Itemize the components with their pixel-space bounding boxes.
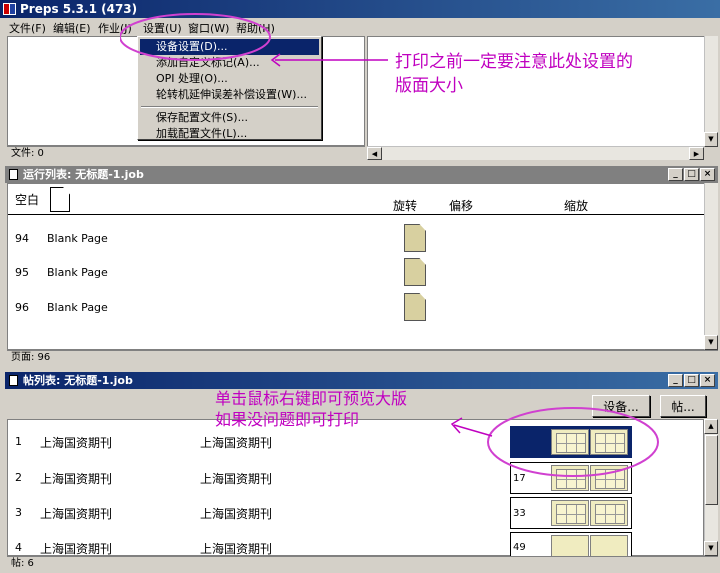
sig-list-minimize-button[interactable]: _ <box>668 374 683 387</box>
annotation-text-top: 打印之前一定要注意此处设置的 版面大小 <box>395 50 715 98</box>
signature-count-label: 帖: 6 <box>11 558 34 569</box>
sig-list-titlebar: 帖列表: 无标题-1.job <box>5 372 718 389</box>
file-list-status: 文件: 0 <box>7 146 365 160</box>
page-icon[interactable] <box>404 293 426 321</box>
scroll-up-button[interactable]: ▲ <box>704 419 718 434</box>
sig-row-name-2[interactable]: 上海国资期刊 <box>200 540 272 557</box>
sig-row-name-2[interactable]: 上海国资期刊 <box>200 505 272 522</box>
annotation-text-bottom: 单击鼠标右键即可预览大版 如果没问题即可打印 <box>215 388 475 430</box>
signature-thumbnail-icon[interactable] <box>590 500 628 526</box>
sig-list-close-button[interactable]: × <box>700 374 715 387</box>
sig-page-number: 33 <box>513 508 526 519</box>
page-icon[interactable] <box>404 258 426 286</box>
sig-list-window-icon <box>9 375 18 386</box>
blank-column-header[interactable]: 空白 <box>15 191 39 208</box>
menu-item-load-config[interactable]: 加载配置文件(L)... <box>140 126 319 142</box>
signature-thumbnail-icon[interactable] <box>590 535 628 556</box>
scroll-down-button[interactable]: ▼ <box>704 132 718 147</box>
page-count-label: 页面: 96 <box>11 352 51 363</box>
run-row-name[interactable]: Blank Page <box>47 232 108 245</box>
run-list-header-divider <box>8 214 704 215</box>
annotation-ellipse-bottom <box>450 407 659 477</box>
menu-edit[interactable]: 编辑(E) <box>53 20 91 36</box>
rotate-column-header[interactable]: 旋转 <box>393 197 417 214</box>
run-row-number: 96 <box>15 301 29 314</box>
run-list-vscroll[interactable]: ▼ <box>704 183 718 350</box>
run-list-titlebar: 运行列表: 无标题-1.job <box>5 166 718 183</box>
annotation-bottom-line2: 如果没问题即可打印 <box>215 410 360 429</box>
menu-item-save-config[interactable]: 保存配置文件(S)... <box>140 110 319 126</box>
sig-row-name[interactable]: 上海国资期刊 <box>40 540 112 557</box>
sig-row-name-2[interactable]: 上海国资期刊 <box>200 470 272 487</box>
menu-file[interactable]: 文件(F) <box>9 20 46 36</box>
signature-thumbnail-icon[interactable] <box>551 535 589 556</box>
page-icon[interactable] <box>404 224 426 252</box>
run-list-pane[interactable] <box>7 183 718 350</box>
sig-list-status: 帖: 6 <box>7 556 718 570</box>
sig-list-vscroll[interactable]: ▲ ▼ <box>704 419 718 556</box>
annotation-top-line2: 版面大小 <box>395 76 463 96</box>
offset-column-header[interactable]: 偏移 <box>449 197 473 214</box>
sig-row-number: 2 <box>15 471 22 484</box>
run-list-maximize-button[interactable]: □ <box>684 168 699 181</box>
files-count-label: 文件: 0 <box>11 148 44 159</box>
sig-row-name-2[interactable]: 上海国资期刊 <box>200 434 272 451</box>
sig-page-number: 49 <box>513 542 526 553</box>
run-list-minimize-button[interactable]: _ <box>668 168 683 181</box>
run-row-name[interactable]: Blank Page <box>47 301 108 314</box>
sig-row-name[interactable]: 上海国资期刊 <box>40 434 112 451</box>
menu-separator <box>141 106 318 108</box>
scroll-right-button[interactable]: ▶ <box>689 147 704 160</box>
preps-app-icon <box>3 3 16 15</box>
run-list-title: 运行列表: 无标题-1.job <box>23 168 144 181</box>
scale-column-header[interactable]: 缩放 <box>564 197 588 214</box>
run-row-number: 95 <box>15 266 29 279</box>
sig-list-title: 帖列表: 无标题-1.job <box>23 374 133 387</box>
preview-hscroll[interactable]: ◀ ▶ <box>367 146 704 160</box>
sig-row-number: 1 <box>15 435 22 448</box>
scroll-left-button[interactable]: ◀ <box>367 147 382 160</box>
signature-thumbnail-icon[interactable] <box>551 500 589 526</box>
run-row-name[interactable]: Blank Page <box>47 266 108 279</box>
run-list-status: 页面: 96 <box>7 350 718 364</box>
annotation-top-line1: 打印之前一定要注意此处设置的 <box>395 52 633 72</box>
run-list-window-icon <box>9 169 18 180</box>
sig-list-maximize-button[interactable]: □ <box>684 374 699 387</box>
annotation-bottom-line1: 单击鼠标右键即可预览大版 <box>215 389 408 408</box>
scroll-thumb[interactable] <box>705 435 718 505</box>
sig-row-number: 3 <box>15 506 22 519</box>
scroll-down-button[interactable]: ▼ <box>704 541 718 556</box>
sig-row-name[interactable]: 上海国资期刊 <box>40 505 112 522</box>
run-row-number: 94 <box>15 232 29 245</box>
sig-row-name[interactable]: 上海国资期刊 <box>40 470 112 487</box>
scroll-down-button[interactable]: ▼ <box>704 335 718 350</box>
sig-row-number: 4 <box>15 541 22 554</box>
run-list-close-button[interactable]: × <box>700 168 715 181</box>
